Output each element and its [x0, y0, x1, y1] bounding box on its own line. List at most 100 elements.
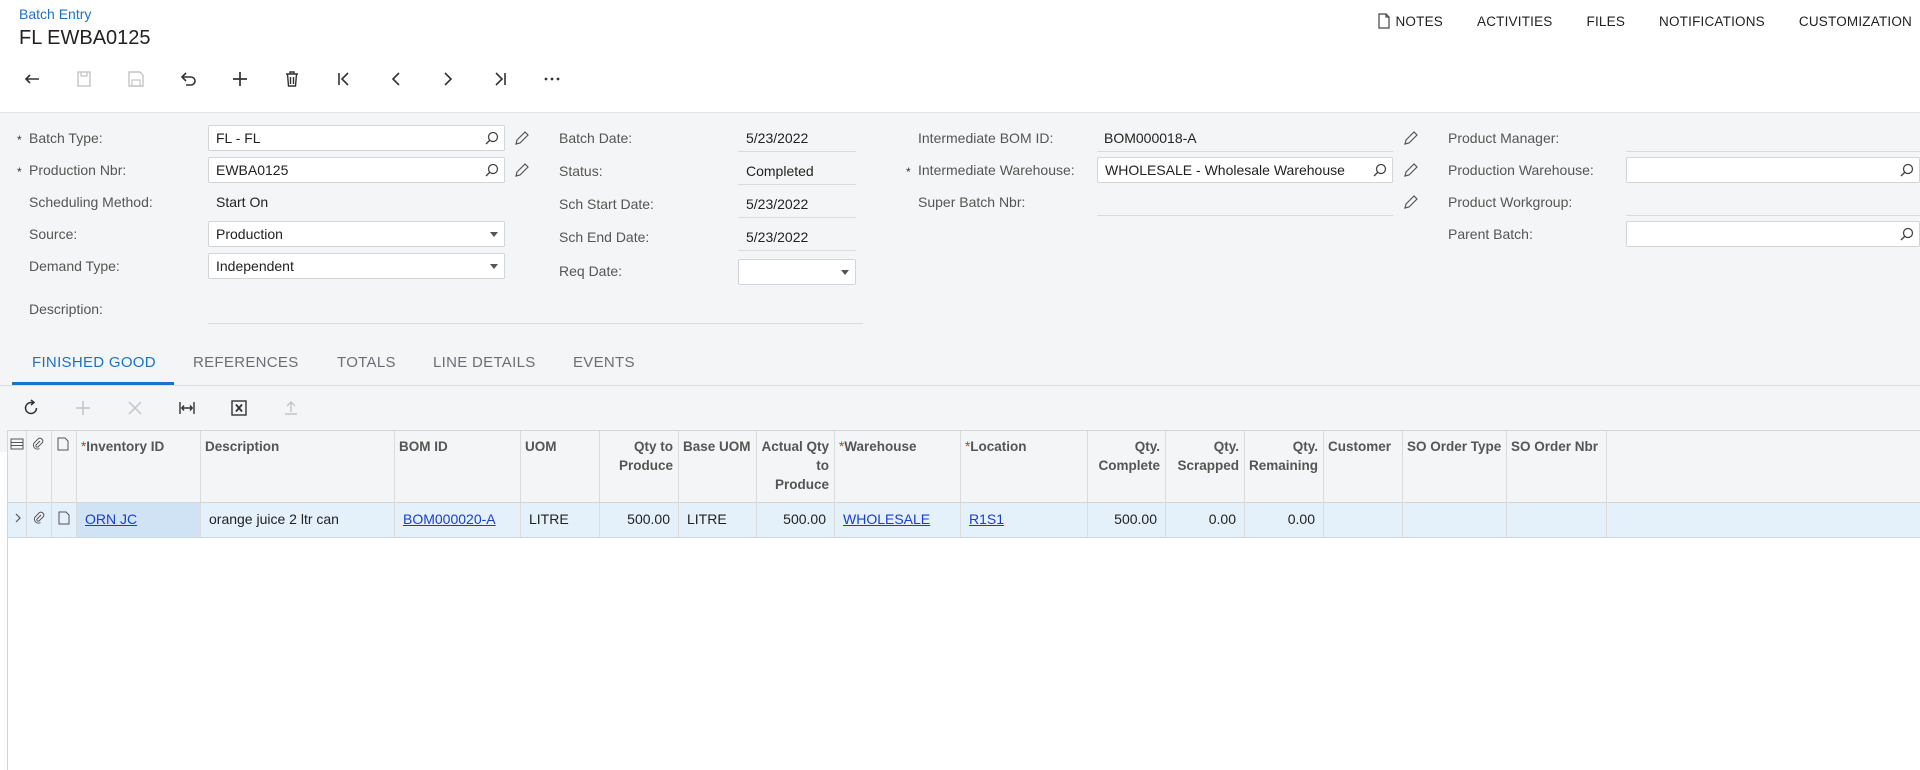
- notifications-button[interactable]: NOTIFICATIONS: [1642, 13, 1782, 29]
- column-header-so-order-type[interactable]: SO Order Type: [1403, 431, 1507, 503]
- column-settings[interactable]: [8, 431, 27, 503]
- column-header-qty-remaining[interactable]: Qty. Remaining: [1245, 431, 1324, 503]
- cell-actual-qty[interactable]: 500.00: [757, 503, 835, 537]
- previous-record-button[interactable]: [382, 66, 434, 92]
- status-value: Completed: [746, 163, 814, 179]
- column-header-inventory-id[interactable]: *Inventory ID: [77, 431, 201, 503]
- product-workgroup-input[interactable]: [1626, 215, 1920, 216]
- upload-button[interactable]: [282, 396, 334, 420]
- tab-finished-good[interactable]: FINISHED GOOD: [32, 354, 156, 371]
- cell-so-order-nbr[interactable]: [1507, 503, 1607, 537]
- required-marker: *: [906, 165, 911, 179]
- next-record-button[interactable]: [434, 66, 486, 92]
- batch-type-field[interactable]: FL - FL: [208, 125, 505, 151]
- cell-uom[interactable]: LITRE: [521, 503, 600, 537]
- edit-pencil-icon[interactable]: [1403, 162, 1419, 178]
- inventory-id-link[interactable]: ORN JC: [85, 511, 137, 527]
- page-title: FL EWBA0125: [19, 27, 151, 49]
- row-notes[interactable]: [52, 503, 77, 537]
- row-expander[interactable]: [8, 503, 27, 537]
- cell-description[interactable]: orange juice 2 ltr can: [201, 503, 395, 537]
- search-icon[interactable]: [1899, 162, 1915, 178]
- chevron-down-icon[interactable]: [841, 270, 849, 275]
- copy-paste-button[interactable]: [70, 66, 122, 92]
- refresh-button[interactable]: [22, 396, 74, 420]
- sch-end-date-value: 5/23/2022: [746, 229, 809, 245]
- table-row[interactable]: ORN JC orange juice 2 ltr can BOM000020-…: [8, 503, 1920, 538]
- production-warehouse-field[interactable]: [1626, 157, 1920, 183]
- add-button[interactable]: [226, 66, 278, 92]
- column-header-base-uom[interactable]: Base UOM: [679, 431, 757, 503]
- breadcrumb[interactable]: Batch Entry: [19, 6, 151, 22]
- chevron-down-icon[interactable]: [490, 264, 498, 269]
- cell-warehouse[interactable]: WHOLESALE: [835, 503, 961, 537]
- tab-references[interactable]: REFERENCES: [193, 354, 299, 371]
- parent-batch-field[interactable]: [1626, 221, 1920, 247]
- close-icon: [128, 401, 142, 415]
- first-record-button[interactable]: [330, 66, 382, 92]
- intermediate-warehouse-field[interactable]: WHOLESALE - Wholesale Warehouse: [1097, 157, 1393, 183]
- files-button[interactable]: FILES: [1570, 13, 1643, 29]
- column-header-bom-id[interactable]: BOM ID: [395, 431, 521, 503]
- edit-pencil-icon[interactable]: [1403, 194, 1419, 210]
- column-header-so-order-nbr[interactable]: SO Order Nbr: [1507, 431, 1607, 503]
- cell-base-uom[interactable]: LITRE: [679, 503, 757, 537]
- column-header-customer[interactable]: Customer: [1324, 431, 1403, 503]
- activities-button[interactable]: ACTIVITIES: [1460, 13, 1570, 29]
- column-header-uom[interactable]: UOM: [521, 431, 600, 503]
- super-batch-nbr-input[interactable]: [1097, 215, 1393, 216]
- tab-events[interactable]: EVENTS: [573, 354, 635, 371]
- column-header-qty-complete[interactable]: Qty. Complete: [1088, 431, 1166, 503]
- source-select[interactable]: Production: [208, 221, 505, 247]
- cell-so-order-type[interactable]: [1403, 503, 1507, 537]
- cell-qty-scrapped[interactable]: 0.00: [1166, 503, 1245, 537]
- customization-button[interactable]: CUSTOMIZATION: [1782, 13, 1912, 29]
- search-icon[interactable]: [1899, 226, 1915, 242]
- column-header-actual-qty[interactable]: Actual Qty to Produce: [757, 431, 835, 503]
- export-excel-button[interactable]: [230, 396, 282, 420]
- edit-pencil-icon[interactable]: [1403, 130, 1419, 146]
- cell-qty-complete[interactable]: 500.00: [1088, 503, 1166, 537]
- save-button[interactable]: [122, 66, 174, 92]
- delete-row-button[interactable]: [126, 396, 178, 420]
- req-date-select[interactable]: [738, 259, 856, 285]
- demand-type-select[interactable]: Independent: [208, 253, 505, 279]
- tab-totals[interactable]: TOTALS: [337, 354, 396, 371]
- description-input[interactable]: [208, 323, 863, 324]
- more-button[interactable]: [538, 66, 590, 92]
- warehouse-link[interactable]: WHOLESALE: [843, 511, 930, 527]
- search-icon[interactable]: [484, 130, 500, 146]
- column-header-qty-to-produce[interactable]: Qty to Produce: [600, 431, 679, 503]
- edit-pencil-icon[interactable]: [514, 130, 530, 146]
- back-button[interactable]: [18, 66, 70, 92]
- column-header-qty-scrapped[interactable]: Qty. Scrapped: [1166, 431, 1245, 503]
- chevron-down-icon[interactable]: [490, 232, 498, 237]
- cell-qty-to-produce[interactable]: 500.00: [600, 503, 679, 537]
- delete-button[interactable]: [278, 66, 330, 92]
- production-nbr-field[interactable]: EWBA0125: [208, 157, 505, 183]
- last-record-button[interactable]: [486, 66, 538, 92]
- cell-qty-remaining[interactable]: 0.00: [1245, 503, 1324, 537]
- column-header-location[interactable]: *Location: [961, 431, 1088, 503]
- notes-button[interactable]: NOTES: [1360, 13, 1460, 29]
- cell-location[interactable]: R1S1: [961, 503, 1088, 537]
- cell-customer[interactable]: [1324, 503, 1403, 537]
- edit-pencil-icon[interactable]: [514, 162, 530, 178]
- location-link[interactable]: R1S1: [969, 511, 1004, 527]
- column-header-warehouse[interactable]: *Warehouse: [835, 431, 961, 503]
- column-header-description[interactable]: Description: [201, 431, 395, 503]
- search-icon[interactable]: [1372, 162, 1388, 178]
- add-row-button[interactable]: [74, 396, 126, 420]
- cancel-button[interactable]: [174, 66, 226, 92]
- cell-inventory-id[interactable]: ORN JC: [77, 503, 201, 537]
- bom-id-link[interactable]: BOM000020-A: [403, 511, 496, 527]
- fit-columns-button[interactable]: [178, 396, 230, 420]
- search-icon[interactable]: [484, 162, 500, 178]
- required-marker: *: [17, 165, 22, 179]
- tab-line-details[interactable]: LINE DETAILS: [433, 354, 536, 371]
- header: Batch Entry FL EWBA0125: [19, 6, 151, 50]
- row-attachments[interactable]: [27, 503, 52, 537]
- finished-good-grid: *Inventory ID Description BOM ID UOM Qty…: [7, 430, 1920, 770]
- product-manager-input[interactable]: [1626, 151, 1920, 152]
- cell-bom-id[interactable]: BOM000020-A: [395, 503, 521, 537]
